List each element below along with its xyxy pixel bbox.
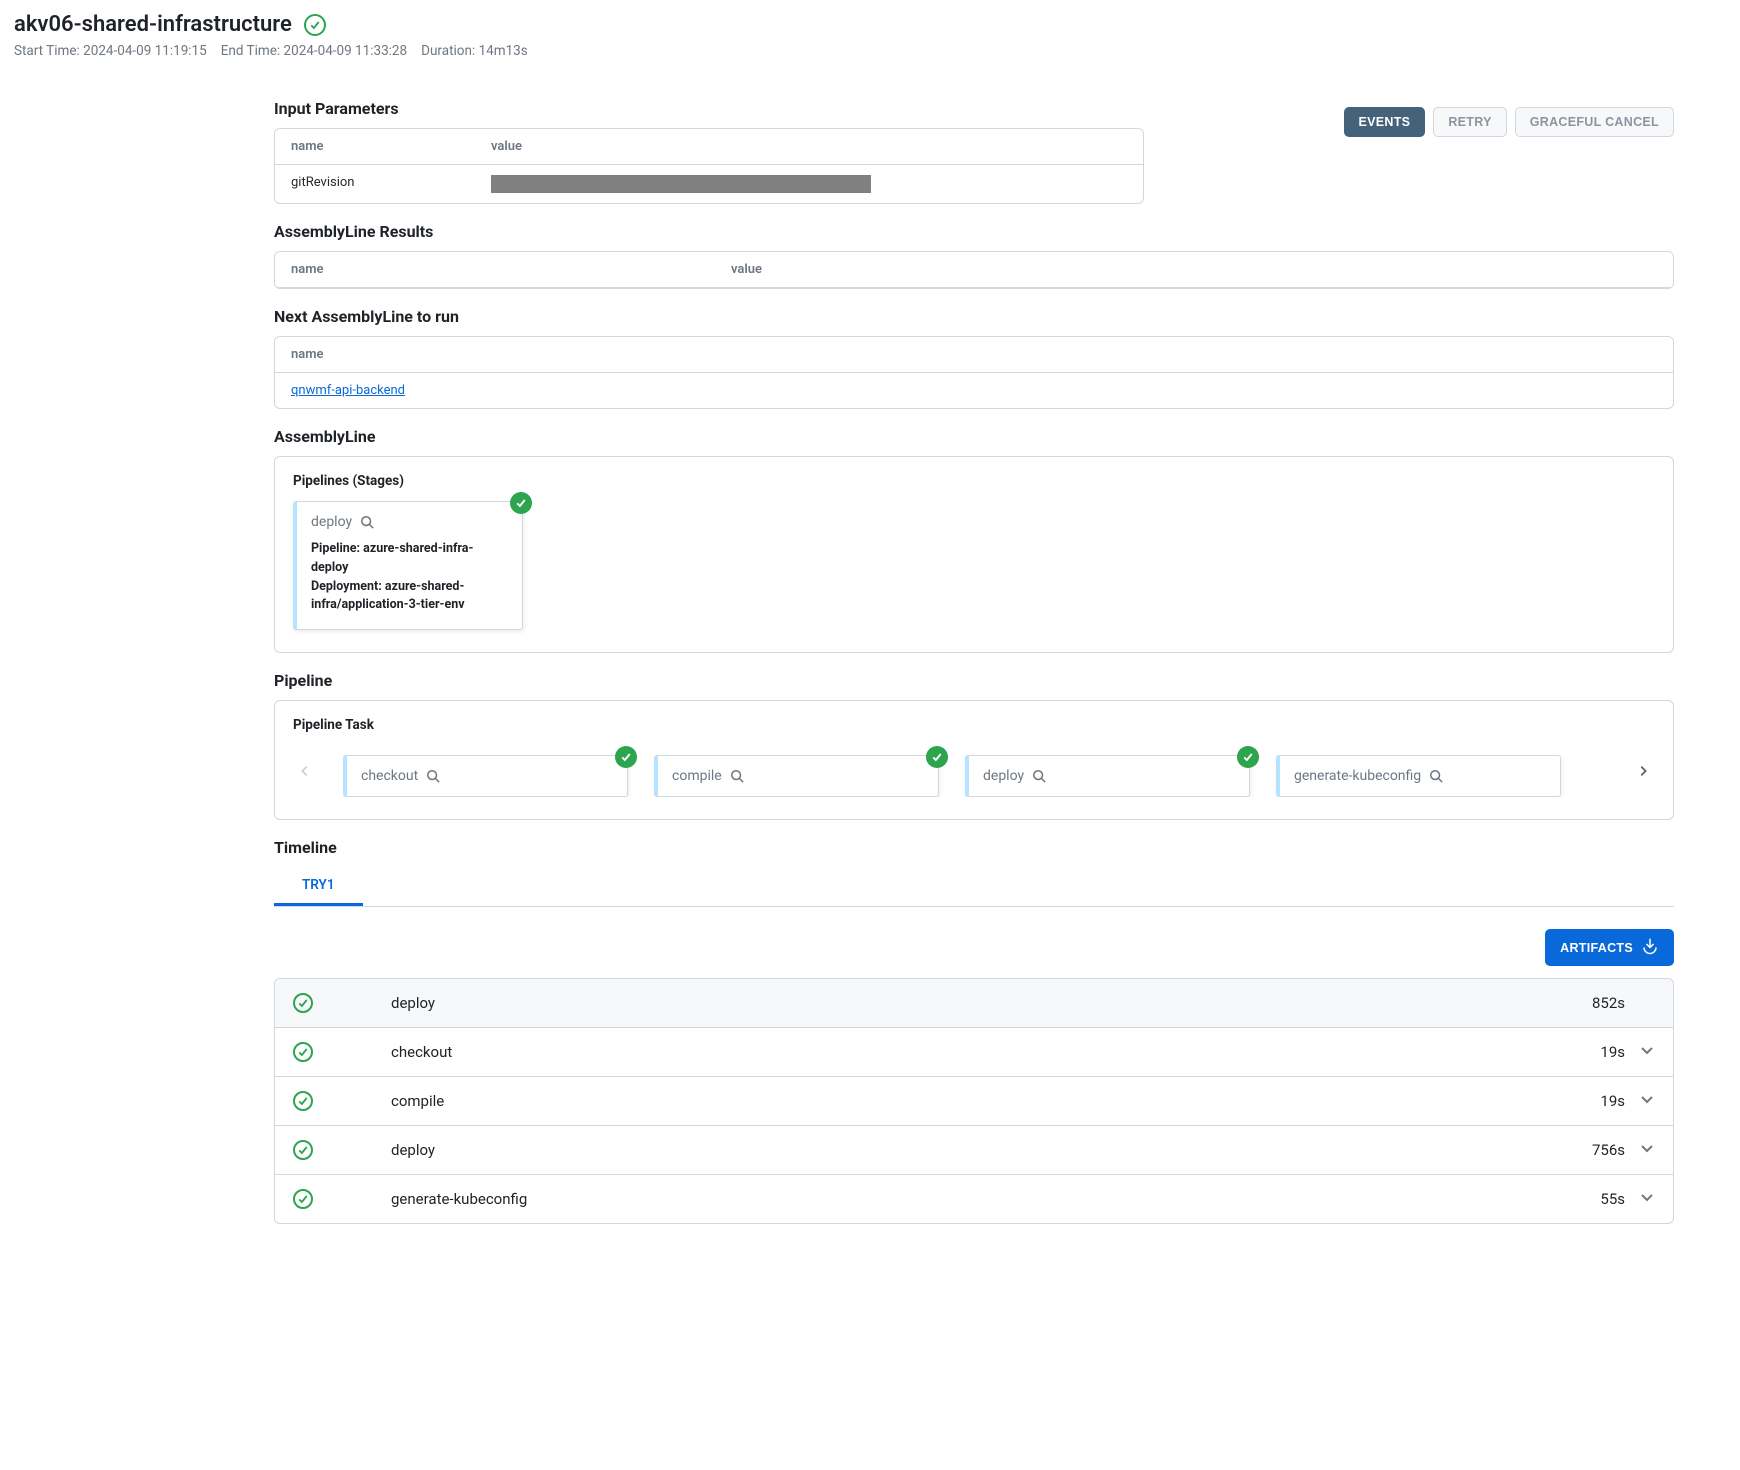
timeline-step-name: deploy <box>391 1141 1592 1159</box>
timeline-row: deploy 852s <box>275 979 1673 1027</box>
status-success-icon <box>510 492 532 514</box>
timeline-step-name: generate-kubeconfig <box>391 1190 1600 1208</box>
pipeline-task-card[interactable]: compile <box>654 755 939 797</box>
col-header-name: name <box>275 129 475 164</box>
timeline-step-name: checkout <box>391 1043 1600 1061</box>
table-row: qnwmf-api-backend <box>275 373 1673 408</box>
col-header-name: name <box>275 337 1673 372</box>
assemblyline-panel: Pipelines (Stages) deploy Pipeline: azur… <box>274 456 1674 653</box>
next-assemblyline-link[interactable]: qnwmf-api-backend <box>291 383 405 398</box>
chevron-down-icon[interactable] <box>1639 1091 1655 1111</box>
table-row: gitRevision <box>275 165 1143 203</box>
page-title: akv06-shared-infrastructure <box>14 12 292 37</box>
stages-title: Pipelines (Stages) <box>293 473 1655 489</box>
section-next: Next AssemblyLine to run <box>274 307 1674 326</box>
magnify-icon[interactable] <box>426 769 440 783</box>
task-name: generate-kubeconfig <box>1294 768 1421 784</box>
stage-details: Pipeline: azure-shared-infra-deploy Depl… <box>311 540 508 615</box>
col-header-value: value <box>715 252 1673 287</box>
scroll-right-button[interactable] <box>1631 764 1655 778</box>
artifacts-button[interactable]: ARTIFACTS <box>1545 929 1674 966</box>
param-value <box>475 165 1143 203</box>
pipeline-panel: Pipeline Task checkout compile deploy gener… <box>274 700 1674 820</box>
stage-card[interactable]: deploy Pipeline: azure-shared-infra-depl… <box>293 501 523 630</box>
download-icon <box>1641 937 1659 958</box>
status-success-icon <box>1237 746 1259 768</box>
section-assemblyline: AssemblyLine <box>274 427 1674 446</box>
timeline-step-duration: 756s <box>1592 1141 1625 1159</box>
timeline-step-duration: 19s <box>1600 1043 1625 1061</box>
status-success-icon <box>615 746 637 768</box>
next-table: name qnwmf-api-backend <box>274 336 1674 409</box>
timeline-row[interactable]: checkout 19s <box>275 1027 1673 1076</box>
pipeline-task-card[interactable]: deploy <box>965 755 1250 797</box>
section-input-params: Input Parameters <box>274 99 1144 118</box>
timeline-step-name: deploy <box>391 994 1592 1012</box>
section-timeline: Timeline <box>274 838 1674 857</box>
timeline-row[interactable]: deploy 756s <box>275 1125 1673 1174</box>
pipeline-task-card[interactable]: generate-kubeconfig <box>1276 755 1561 797</box>
timeline-step-name: compile <box>391 1092 1600 1110</box>
results-table: name value <box>274 251 1674 289</box>
run-meta: Start Time: 2024-04-09 11:19:15 End Time… <box>14 43 1726 59</box>
status-success-icon <box>293 993 313 1013</box>
events-button[interactable]: EVENTS <box>1344 107 1426 137</box>
section-results: AssemblyLine Results <box>274 222 1674 241</box>
tab-try1[interactable]: TRY1 <box>274 867 363 906</box>
timeline-row[interactable]: generate-kubeconfig 55s <box>275 1174 1673 1223</box>
timeline-tabs: TRY1 <box>274 867 1674 907</box>
magnify-icon[interactable] <box>360 515 374 529</box>
pipeline-task-title: Pipeline Task <box>293 717 1655 733</box>
status-success-icon <box>293 1042 313 1062</box>
redacted-value <box>491 175 871 193</box>
param-name: gitRevision <box>275 165 475 203</box>
timeline-table: deploy 852s checkout 19s compile 19s dep… <box>274 978 1674 1224</box>
chevron-down-icon[interactable] <box>1639 1140 1655 1160</box>
status-success-icon <box>293 1091 313 1111</box>
status-success-icon <box>293 1140 313 1160</box>
status-success-icon <box>304 14 326 36</box>
retry-button[interactable]: RETRY <box>1433 107 1506 137</box>
stage-name: deploy <box>311 514 352 530</box>
timeline-step-duration: 55s <box>1600 1190 1625 1208</box>
section-pipeline: Pipeline <box>274 671 1674 690</box>
status-success-icon <box>293 1189 313 1209</box>
task-name: compile <box>672 768 722 784</box>
col-header-name: name <box>275 252 715 287</box>
graceful-cancel-button[interactable]: GRACEFUL CANCEL <box>1515 107 1674 137</box>
timeline-step-duration: 19s <box>1600 1092 1625 1110</box>
scroll-left-button[interactable] <box>293 764 317 778</box>
status-success-icon <box>926 746 948 768</box>
pipeline-task-card[interactable]: checkout <box>343 755 628 797</box>
timeline-row[interactable]: compile 19s <box>275 1076 1673 1125</box>
magnify-icon[interactable] <box>730 769 744 783</box>
task-name: checkout <box>361 768 418 784</box>
input-params-table: name value gitRevision <box>274 128 1144 204</box>
magnify-icon[interactable] <box>1429 769 1443 783</box>
col-header-value: value <box>475 129 1143 164</box>
timeline-step-duration: 852s <box>1592 994 1625 1012</box>
chevron-down-icon[interactable] <box>1639 1042 1655 1062</box>
magnify-icon[interactable] <box>1032 769 1046 783</box>
chevron-down-icon[interactable] <box>1639 1189 1655 1209</box>
task-name: deploy <box>983 768 1024 784</box>
